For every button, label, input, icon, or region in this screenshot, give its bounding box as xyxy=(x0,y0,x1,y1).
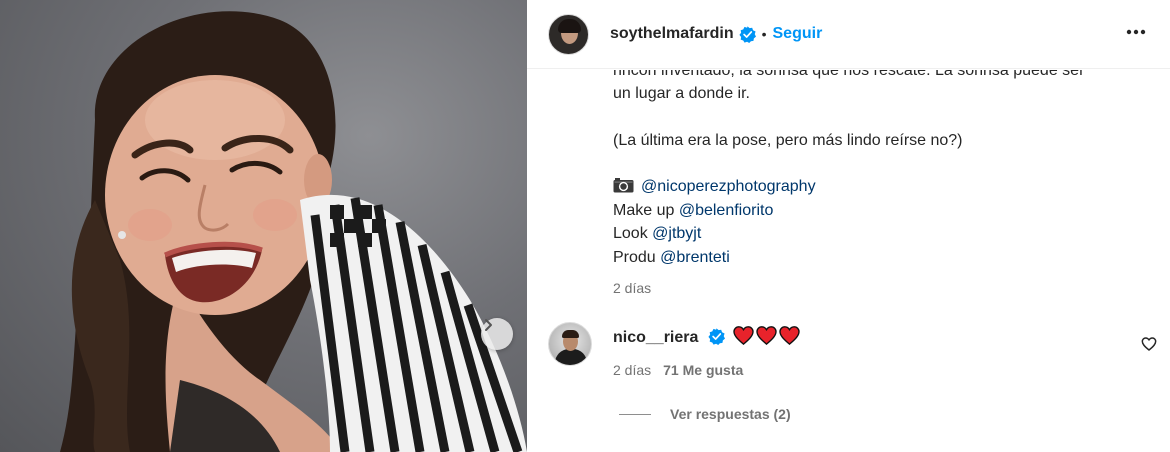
post-side-panel: soythelmafardin • Seguir rincón inventad… xyxy=(527,0,1170,452)
comment-like-button[interactable] xyxy=(1141,336,1157,352)
caption-credit-makeup: Make up @belenfiorito xyxy=(613,201,774,219)
view-replies-label: Ver respuestas (2) xyxy=(670,406,791,422)
author-avatar[interactable] xyxy=(548,13,589,55)
chevron-right-icon xyxy=(485,319,492,331)
commenter-username[interactable]: nico__riera xyxy=(613,329,698,346)
caption-credit-photo: @nicoperezphotography xyxy=(613,175,1153,199)
verified-badge-icon xyxy=(708,328,725,345)
mention-link[interactable]: @belenfiorito xyxy=(679,202,774,219)
caption-line: (La última era la pose, pero más lindo r… xyxy=(613,131,963,149)
portrait-image xyxy=(60,11,527,452)
caption-credit-look: Look @jtbyjt xyxy=(613,225,702,242)
camera-icon xyxy=(613,178,634,193)
verified-badge-icon xyxy=(739,25,756,43)
view-replies-button[interactable]: Ver respuestas (2) xyxy=(619,406,791,422)
commenter-line: nico__riera xyxy=(613,326,802,350)
post-caption: rincón inventado, la sonrisa que nos res… xyxy=(613,70,1153,301)
more-options-icon xyxy=(1126,29,1146,35)
comment-meta: 2 días 71 Me gusta xyxy=(613,362,743,378)
post-header: soythelmafardin • Seguir xyxy=(527,0,1170,69)
comment-likes-count[interactable]: 71 Me gusta xyxy=(663,362,743,378)
heart-outline-icon xyxy=(1141,337,1157,351)
caption-clipped-line: rincón inventado, la sonrisa que nos res… xyxy=(613,70,1085,79)
caption-credit-produ: Produ @brenteti xyxy=(613,248,730,266)
separator-dot: • xyxy=(761,26,767,42)
author-username[interactable]: soythelmafardin xyxy=(610,25,734,43)
comment-timestamp[interactable]: 2 días xyxy=(613,362,651,378)
caption-line: un lugar a donde ir. xyxy=(613,85,750,102)
mention-link[interactable]: @brenteti xyxy=(660,249,730,266)
red-heart-emoji-icon xyxy=(733,326,754,346)
post-timestamp[interactable]: 2 días xyxy=(613,277,1153,301)
replies-divider xyxy=(619,413,651,415)
next-photo-button[interactable] xyxy=(481,318,513,350)
commenter-avatar[interactable] xyxy=(548,322,592,366)
mention-link[interactable]: @jtbyjt xyxy=(652,225,701,242)
post-photo xyxy=(0,0,527,452)
mention-link[interactable]: @nicoperezphotography xyxy=(641,178,816,195)
red-heart-emoji-icon xyxy=(779,326,800,346)
comment-text-hearts xyxy=(733,326,802,350)
red-heart-emoji-icon xyxy=(756,326,777,346)
more-options-button[interactable] xyxy=(1124,20,1148,44)
follow-button[interactable]: Seguir xyxy=(773,25,823,43)
